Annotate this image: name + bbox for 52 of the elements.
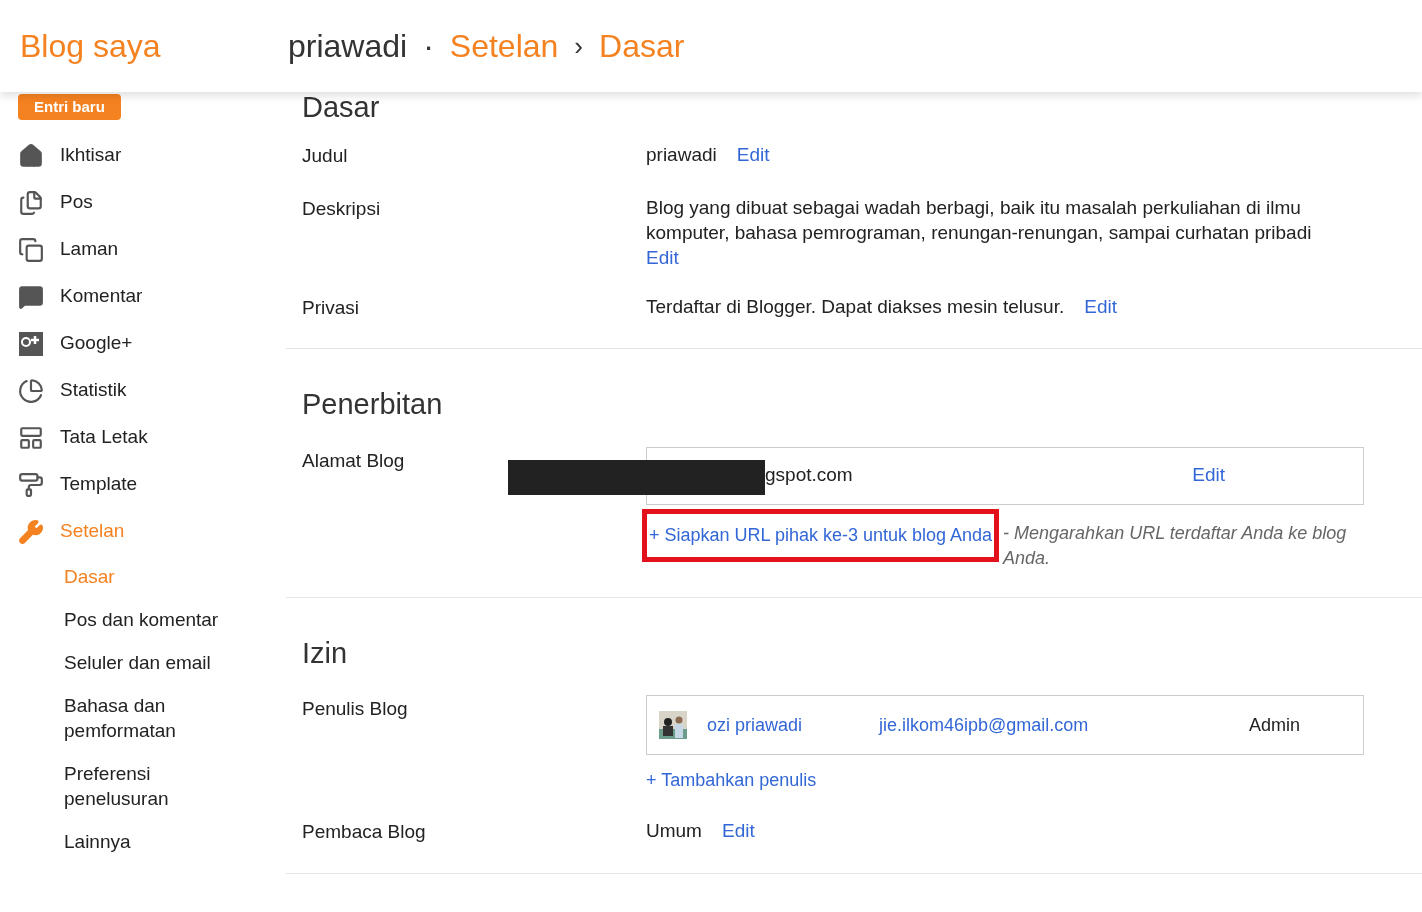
pages-icon (18, 236, 44, 263)
breadcrumb-arrow: › (574, 29, 584, 63)
setting-value: priawadi Edit (646, 143, 770, 167)
sidebar-item[interactable]: Ikhtisar (18, 132, 286, 179)
sidebar-item[interactable]: Template (18, 461, 286, 508)
breadcrumb-dot: · (423, 27, 434, 66)
redirect-hint: - Mengarahkan URL terdaftar Anda ke blog Anda. (1003, 521, 1348, 570)
setting-label: Penulis Blog (302, 697, 408, 721)
sidebar-subitem[interactable]: Lainnya (64, 820, 254, 863)
setting-label: Judul (302, 144, 348, 168)
third-party-url-link[interactable]: + Siapkan URL pihak ke-3 untuk blog Anda (649, 521, 993, 549)
edit-link[interactable]: Edit (1192, 461, 1225, 490)
address-field[interactable]: gspot.com Edit (646, 446, 1364, 505)
setting-value: Terdaftar di Blogger. Dapat diakses mesin telusur. Edit (646, 294, 1117, 319)
sidebar-subitem[interactable]: Pos dan komentar (64, 598, 254, 641)
blog-name: priawadi (288, 27, 408, 66)
author-role: Admin (1249, 713, 1301, 737)
sidebar-item[interactable]: Tata Letak (18, 414, 286, 461)
edit-link[interactable]: Edit (646, 246, 679, 268)
section-heading: Izin (302, 635, 349, 671)
edit-link[interactable]: Edit (736, 144, 770, 165)
house-icon (18, 142, 44, 169)
section-heading: Dasar (302, 92, 381, 125)
edit-link[interactable]: Edit (721, 820, 755, 841)
sidebar-subitem[interactable]: Bahasa dan pemformatan (64, 684, 254, 752)
sidebar-item[interactable]: Statistik (18, 367, 286, 414)
add-author-link[interactable]: + Tambahkan penulis (646, 767, 817, 794)
sidebar-subitem[interactable]: Preferensi penelusuran (64, 752, 254, 820)
sidebar-item[interactable]: Google+ (18, 320, 286, 367)
breadcrumb-current: Dasar (599, 27, 685, 66)
paint-roller-icon (18, 471, 44, 498)
setting-value: Umum Edit (646, 819, 755, 843)
layout-icon (18, 424, 44, 451)
setting-label: Pembaca Blog (302, 820, 426, 844)
documents-icon (18, 189, 44, 216)
address-text: gspot.com (765, 463, 853, 488)
setting-label: Deskripsi (302, 196, 381, 221)
sidebar-subitem[interactable]: Seluler dan email (64, 641, 254, 684)
setting-label: Alamat Blog (302, 448, 405, 473)
setting-label: Privasi (302, 295, 359, 320)
comment-icon (18, 283, 44, 310)
sidebar-item[interactable]: Pos (18, 179, 286, 226)
plus-square-icon (18, 330, 44, 357)
section-heading: Penerbitan (302, 387, 444, 422)
author-name[interactable]: ozi priawadi (707, 711, 879, 739)
pie-chart-icon (18, 377, 44, 404)
wrench-icon (18, 518, 44, 545)
sidebar-item[interactable]: Laman (18, 226, 286, 273)
edit-link[interactable]: Edit (1084, 295, 1117, 317)
author-email[interactable]: jie.ilkom46ipb@gmail.com (879, 711, 1249, 739)
setting-value: Blog yang dibuat sebagai wadah berbagi, baik itu masalah perkuliahan di ilmu komputer, bahasa pemrograman, renungan-renungan, sampai curhatan pribadi Edit (646, 195, 1313, 270)
sidebar-item[interactable]: Komentar (18, 273, 286, 320)
